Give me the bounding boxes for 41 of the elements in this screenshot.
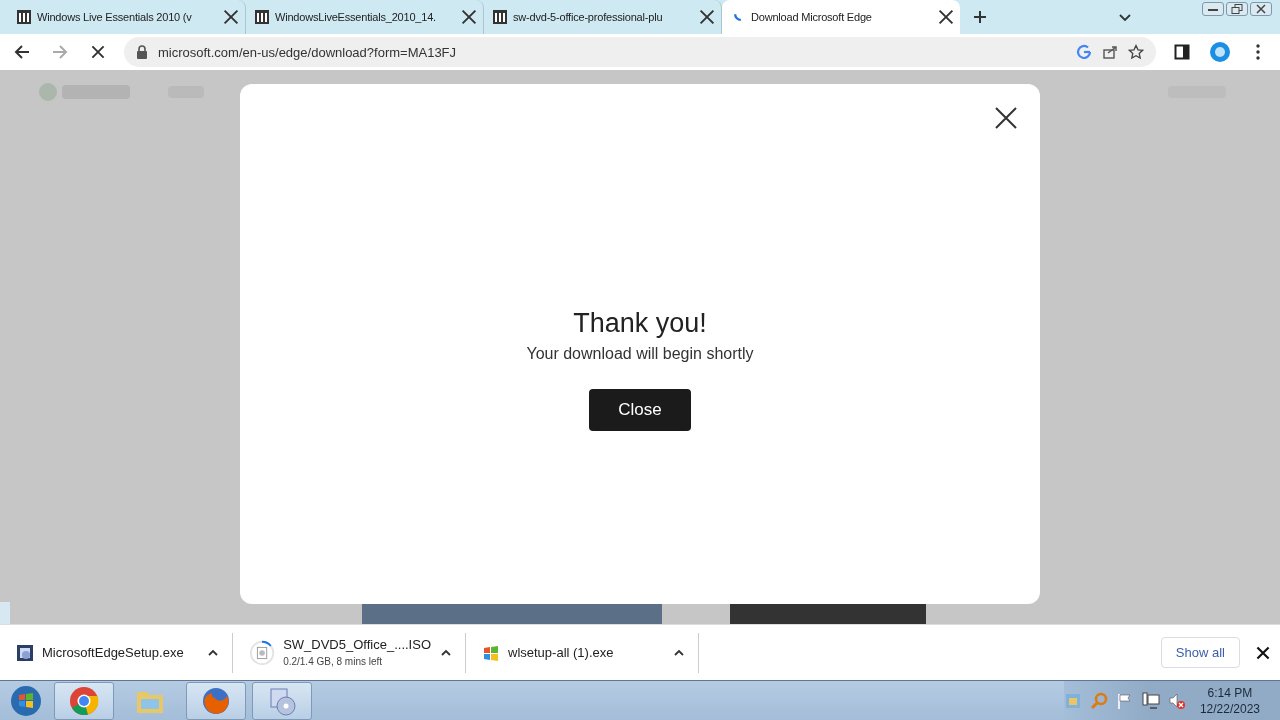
tab-title: Windows Live Essentials 2010 (v (37, 11, 193, 23)
show-all-button[interactable]: Show all (1160, 637, 1240, 668)
columns-icon (16, 9, 32, 25)
columns-icon (492, 9, 508, 25)
close-icon[interactable] (938, 9, 954, 25)
network-icon[interactable] (1141, 691, 1160, 710)
close-icon[interactable] (1250, 2, 1272, 16)
restore-icon[interactable] (1226, 2, 1248, 16)
profile-avatar[interactable] (1208, 40, 1232, 64)
close-icon[interactable] (1256, 645, 1270, 660)
star-icon[interactable] (1128, 44, 1144, 60)
muted-speaker-icon[interactable] (1167, 691, 1186, 710)
download-file-name[interactable]: SW_DVD5_Office_....ISO (283, 637, 431, 653)
browser-tab[interactable]: Download Microsoft Edge (722, 0, 960, 34)
share-icon[interactable] (1102, 44, 1118, 60)
minimize-icon[interactable] (1202, 2, 1224, 16)
g-logo-icon[interactable] (1076, 44, 1092, 60)
clock-date[interactable]: 12/22/2023 (1199, 700, 1260, 717)
address-bar[interactable]: microsoft.com/en-us/edge/download?form=MA13FJ (124, 37, 1156, 67)
close-icon[interactable] (699, 9, 715, 25)
lock-icon (136, 45, 148, 59)
tab-title: WindowsLiveEssentials_2010_14. (275, 11, 437, 23)
close-icon[interactable] (223, 9, 239, 25)
columns-icon (254, 9, 270, 25)
close-icon[interactable] (461, 9, 477, 25)
download-file-name[interactable]: MicrosoftEdgeSetup.exe (42, 644, 198, 661)
dialog-message: Your download will begin shortly (526, 344, 754, 363)
flag-icon[interactable] (1115, 691, 1134, 710)
tab-title: Download Microsoft Edge (751, 11, 873, 23)
windows-flag-icon (482, 643, 500, 662)
clock-time[interactable]: 6:14 PM (1207, 684, 1253, 701)
chrome-icon[interactable] (54, 681, 114, 720)
download-file-name[interactable]: wlsetup-all (1).exe (508, 644, 664, 661)
url-text: microsoft.com/en-us/edge/download?form=MA13FJ (158, 44, 458, 60)
installer-icon (16, 643, 34, 662)
dialog-heading: Thank you! (573, 307, 707, 339)
download-status: 0.2/1.4 GB, 8 mins left (283, 655, 384, 668)
close-icon[interactable] (994, 106, 1018, 130)
tab-title: sw-dvd-5-office-professional-plu (513, 11, 664, 23)
firefox-icon[interactable] (186, 681, 246, 720)
close-button[interactable]: Close (589, 388, 691, 431)
